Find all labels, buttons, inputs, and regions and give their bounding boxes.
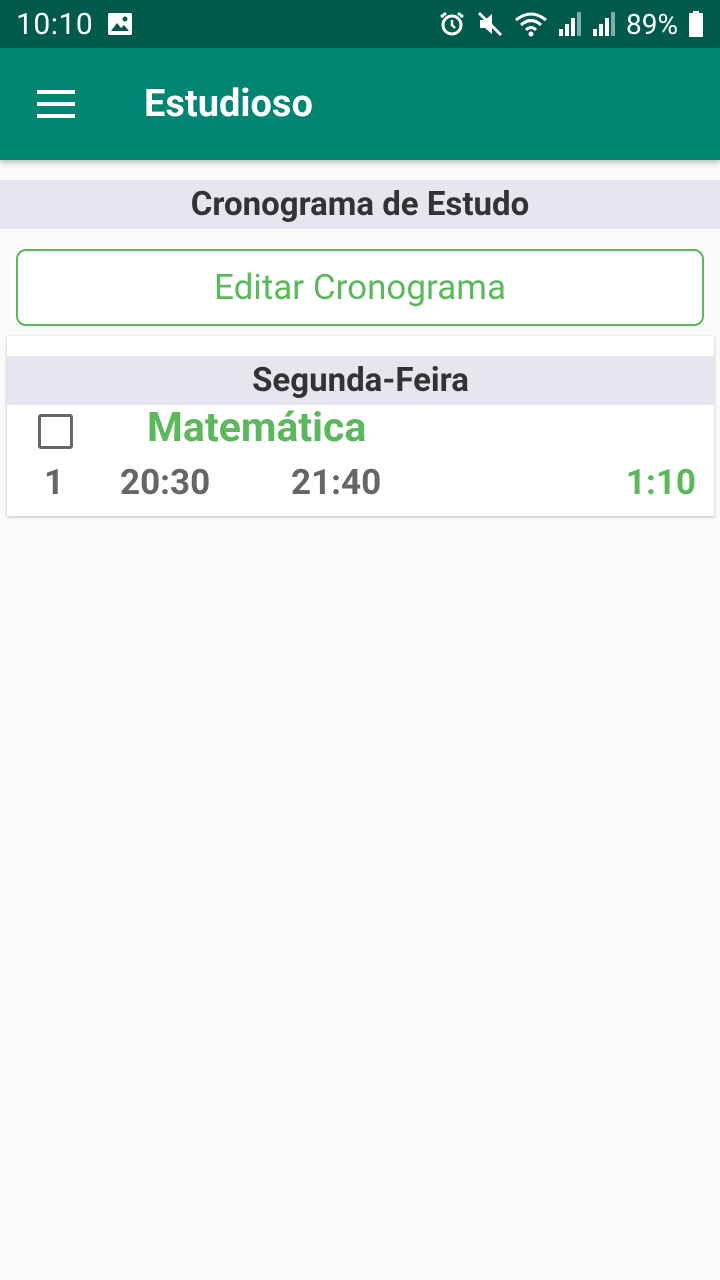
study-item-checkbox[interactable] [38, 414, 73, 449]
signal-icon [592, 11, 616, 37]
item-number: 1 [44, 462, 65, 503]
start-time: 20:30 [120, 462, 211, 503]
image-icon [107, 12, 133, 36]
signal-icon [558, 11, 582, 37]
app-title: Estudioso [144, 82, 313, 126]
subject-name: Matemática [147, 404, 367, 452]
hamburger-menu-icon[interactable] [0, 48, 112, 160]
status-time: 10:10 [16, 6, 94, 42]
status-bar: 10:10 89% [0, 0, 720, 48]
end-time: 21:40 [291, 462, 382, 503]
schedule-title: Cronograma de Estudo [0, 180, 720, 229]
status-right: 89% [438, 8, 704, 41]
battery-icon [688, 10, 704, 38]
status-left: 10:10 [16, 7, 133, 42]
edit-schedule-button[interactable]: Editar Cronograma [16, 249, 704, 326]
app-bar: Estudioso [0, 48, 720, 160]
battery-percent: 89% [626, 7, 678, 41]
alarm-icon [438, 10, 466, 38]
day-card: Segunda-Feira Matemática 1 20:30 21:40 1… [7, 336, 714, 516]
wifi-icon [514, 10, 548, 38]
day-header: Segunda-Feira [7, 356, 714, 405]
duration: 1:10 [625, 462, 696, 503]
mute-icon [476, 10, 504, 38]
